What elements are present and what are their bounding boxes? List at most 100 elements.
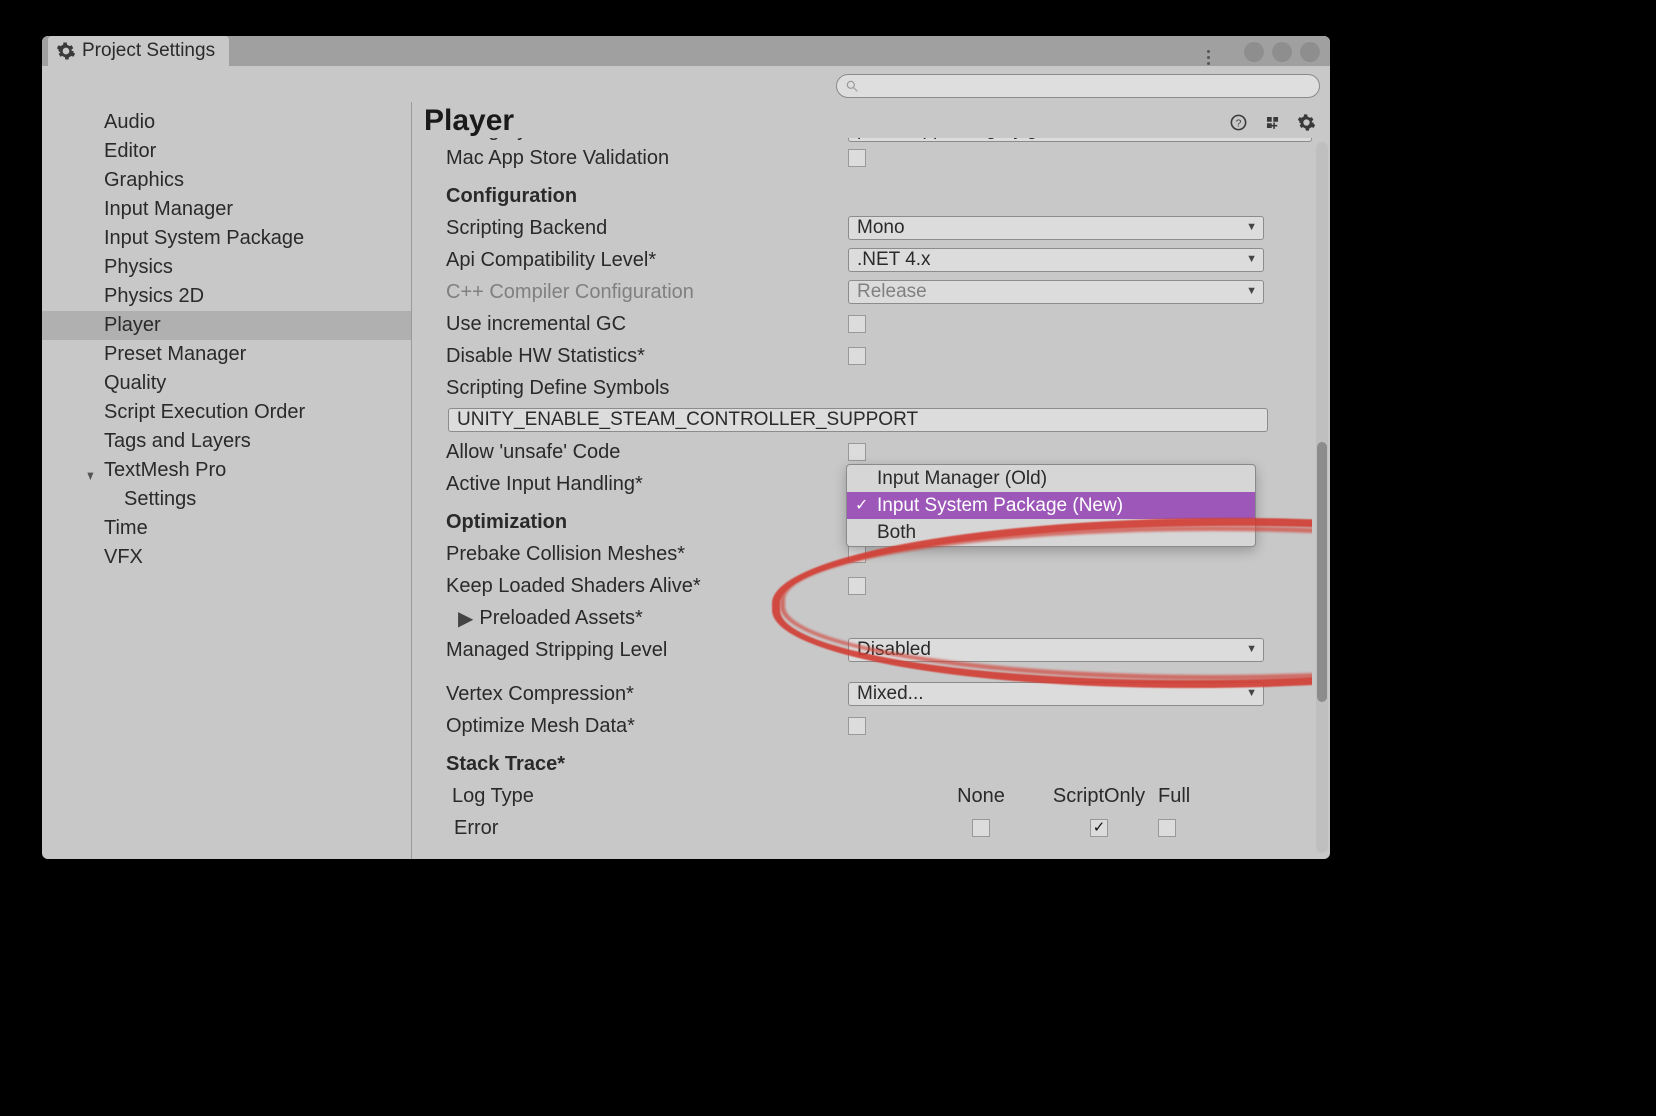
vertex-compression-value: Mixed... bbox=[857, 683, 924, 705]
cpp-config-value: Release bbox=[857, 281, 927, 303]
stripping-value: Disabled bbox=[857, 639, 931, 661]
chevron-down-icon: ▼ bbox=[1246, 687, 1257, 699]
sidebar-item-input-manager[interactable]: Input Manager bbox=[42, 195, 411, 224]
incremental-gc-label: Use incremental GC bbox=[446, 313, 848, 336]
sidebar-item-input-system-package[interactable]: Input System Package bbox=[42, 224, 411, 253]
window-controls[interactable] bbox=[1244, 42, 1320, 62]
preset-icon[interactable] bbox=[1262, 112, 1282, 132]
allow-unsafe-checkbox[interactable] bbox=[848, 443, 866, 461]
active-input-dropdown-popup: Input Manager (Old) ✓ Input System Packa… bbox=[846, 464, 1256, 547]
chevron-right-icon[interactable]: ▶ bbox=[458, 606, 473, 631]
sidebar-item-label: Settings bbox=[124, 488, 196, 510]
dropdown-option-label: Input Manager (Old) bbox=[877, 468, 1047, 490]
check-icon: ✓ bbox=[855, 495, 868, 515]
category-field[interactable]: public.app-category.games bbox=[848, 138, 1312, 142]
help-icon[interactable]: ? bbox=[1228, 112, 1248, 132]
stack-error-full-checkbox[interactable] bbox=[1158, 819, 1176, 837]
cpp-config-label: C++ Compiler Configuration bbox=[446, 281, 848, 304]
sidebar-item-label: Physics bbox=[104, 256, 173, 278]
project-settings-window: Project Settings Audio Editor Graphics I… bbox=[42, 36, 1330, 859]
stripping-label: Managed Stripping Level bbox=[446, 639, 848, 662]
dropdown-option-old[interactable]: Input Manager (Old) bbox=[847, 465, 1255, 492]
svg-text:?: ? bbox=[1235, 118, 1241, 129]
active-input-label: Active Input Handling* bbox=[446, 473, 848, 496]
sidebar-item-script-exec-order[interactable]: Script Execution Order bbox=[42, 398, 411, 427]
sidebar-item-label: Input System Package bbox=[104, 227, 304, 249]
chevron-down-icon: ▼ bbox=[1246, 253, 1257, 265]
tab-project-settings[interactable]: Project Settings bbox=[48, 36, 229, 66]
sidebar-item-graphics[interactable]: Graphics bbox=[42, 166, 411, 195]
sidebar-item-vfx[interactable]: VFX bbox=[42, 543, 411, 572]
gear-icon bbox=[56, 41, 76, 61]
chevron-down-icon: ▼ bbox=[85, 463, 95, 488]
sidebar-item-textmesh-settings[interactable]: Settings bbox=[42, 485, 411, 514]
stack-row-error: Error bbox=[446, 812, 1312, 844]
api-compat-value: .NET 4.x bbox=[857, 249, 931, 271]
sidebar-item-label: Preset Manager bbox=[104, 343, 246, 365]
disable-hw-label: Disable HW Statistics* bbox=[446, 345, 848, 368]
sidebar-item-label: Script Execution Order bbox=[104, 401, 305, 423]
search-icon bbox=[845, 79, 859, 93]
chevron-down-icon: ▼ bbox=[1246, 643, 1257, 655]
sidebar-item-physics[interactable]: Physics bbox=[42, 253, 411, 282]
sidebar-item-tags-layers[interactable]: Tags and Layers bbox=[42, 427, 411, 456]
scripting-backend-label: Scripting Backend bbox=[446, 217, 848, 240]
dropdown-option-new[interactable]: ✓ Input System Package (New) bbox=[847, 492, 1255, 519]
prebake-checkbox[interactable] bbox=[848, 545, 866, 563]
sidebar-item-label: Time bbox=[104, 517, 148, 539]
stack-error-scriptonly-checkbox[interactable] bbox=[1090, 819, 1108, 837]
sidebar-item-physics-2d[interactable]: Physics 2D bbox=[42, 282, 411, 311]
gear-icon[interactable] bbox=[1296, 112, 1316, 132]
sidebar-item-textmesh-pro[interactable]: ▼ TextMesh Pro bbox=[42, 456, 411, 485]
sidebar-item-editor[interactable]: Editor bbox=[42, 137, 411, 166]
sidebar-item-preset-manager[interactable]: Preset Manager bbox=[42, 340, 411, 369]
settings-scroll: Category public.app-category.games Mac A… bbox=[412, 138, 1312, 859]
panel-actions: ? bbox=[1228, 112, 1316, 132]
incremental-gc-checkbox[interactable] bbox=[848, 315, 866, 333]
kebab-menu-icon[interactable] bbox=[1207, 50, 1210, 65]
window-dot-1[interactable] bbox=[1244, 42, 1264, 62]
sidebar-item-player[interactable]: Player bbox=[42, 311, 411, 340]
settings-sidebar: Audio Editor Graphics Input Manager Inpu… bbox=[42, 102, 412, 859]
sidebar-item-label: TextMesh Pro bbox=[104, 459, 226, 481]
sidebar-item-label: Tags and Layers bbox=[104, 430, 251, 452]
category-value: public.app-category.games bbox=[857, 138, 1084, 141]
keep-shaders-checkbox[interactable] bbox=[848, 577, 866, 595]
sidebar-item-label: Input Manager bbox=[104, 198, 233, 220]
keep-shaders-label: Keep Loaded Shaders Alive* bbox=[446, 575, 848, 598]
mac-validation-checkbox[interactable] bbox=[848, 149, 866, 167]
sidebar-item-label: Audio bbox=[104, 111, 155, 133]
preloaded-assets-label[interactable]: Preloaded Assets* bbox=[479, 607, 642, 630]
window-dot-3[interactable] bbox=[1300, 42, 1320, 62]
sidebar-item-audio[interactable]: Audio bbox=[42, 108, 411, 137]
stack-trace-header: Log Type None ScriptOnly Full bbox=[446, 780, 1312, 812]
sidebar-item-quality[interactable]: Quality bbox=[42, 369, 411, 398]
search-input[interactable] bbox=[836, 74, 1320, 98]
disable-hw-checkbox[interactable] bbox=[848, 347, 866, 365]
chevron-down-icon: ▼ bbox=[1246, 285, 1257, 297]
window-dot-2[interactable] bbox=[1272, 42, 1292, 62]
define-symbols-field[interactable]: UNITY_ENABLE_STEAM_CONTROLLER_SUPPORT bbox=[448, 408, 1268, 432]
stack-row-label: Error bbox=[452, 817, 922, 840]
api-compat-dropdown[interactable]: .NET 4.x ▼ bbox=[848, 248, 1264, 272]
sidebar-item-label: Graphics bbox=[104, 169, 184, 191]
dropdown-option-label: Both bbox=[877, 522, 916, 544]
scripting-backend-value: Mono bbox=[857, 217, 905, 239]
section-stack-trace: Stack Trace* bbox=[446, 753, 848, 776]
optimize-mesh-checkbox[interactable] bbox=[848, 717, 866, 735]
stripping-dropdown[interactable]: Disabled ▼ bbox=[848, 638, 1264, 662]
scripting-backend-dropdown[interactable]: Mono ▼ bbox=[848, 216, 1264, 240]
stack-error-none-checkbox[interactable] bbox=[972, 819, 990, 837]
sidebar-item-time[interactable]: Time bbox=[42, 514, 411, 543]
vertex-compression-dropdown[interactable]: Mixed... ▼ bbox=[848, 682, 1264, 706]
sidebar-item-label: Editor bbox=[104, 140, 156, 162]
scrollbar-thumb[interactable] bbox=[1317, 442, 1327, 702]
body-split: Audio Editor Graphics Input Manager Inpu… bbox=[42, 102, 1330, 859]
dropdown-option-both[interactable]: Both bbox=[847, 519, 1255, 546]
vertical-scrollbar[interactable] bbox=[1316, 142, 1328, 853]
sidebar-item-label: Player bbox=[104, 314, 161, 336]
section-optimization: Optimization bbox=[446, 511, 848, 534]
prebake-label: Prebake Collision Meshes* bbox=[446, 543, 848, 566]
tab-label: Project Settings bbox=[82, 40, 215, 62]
stack-col-scriptonly: ScriptOnly bbox=[1040, 785, 1158, 808]
